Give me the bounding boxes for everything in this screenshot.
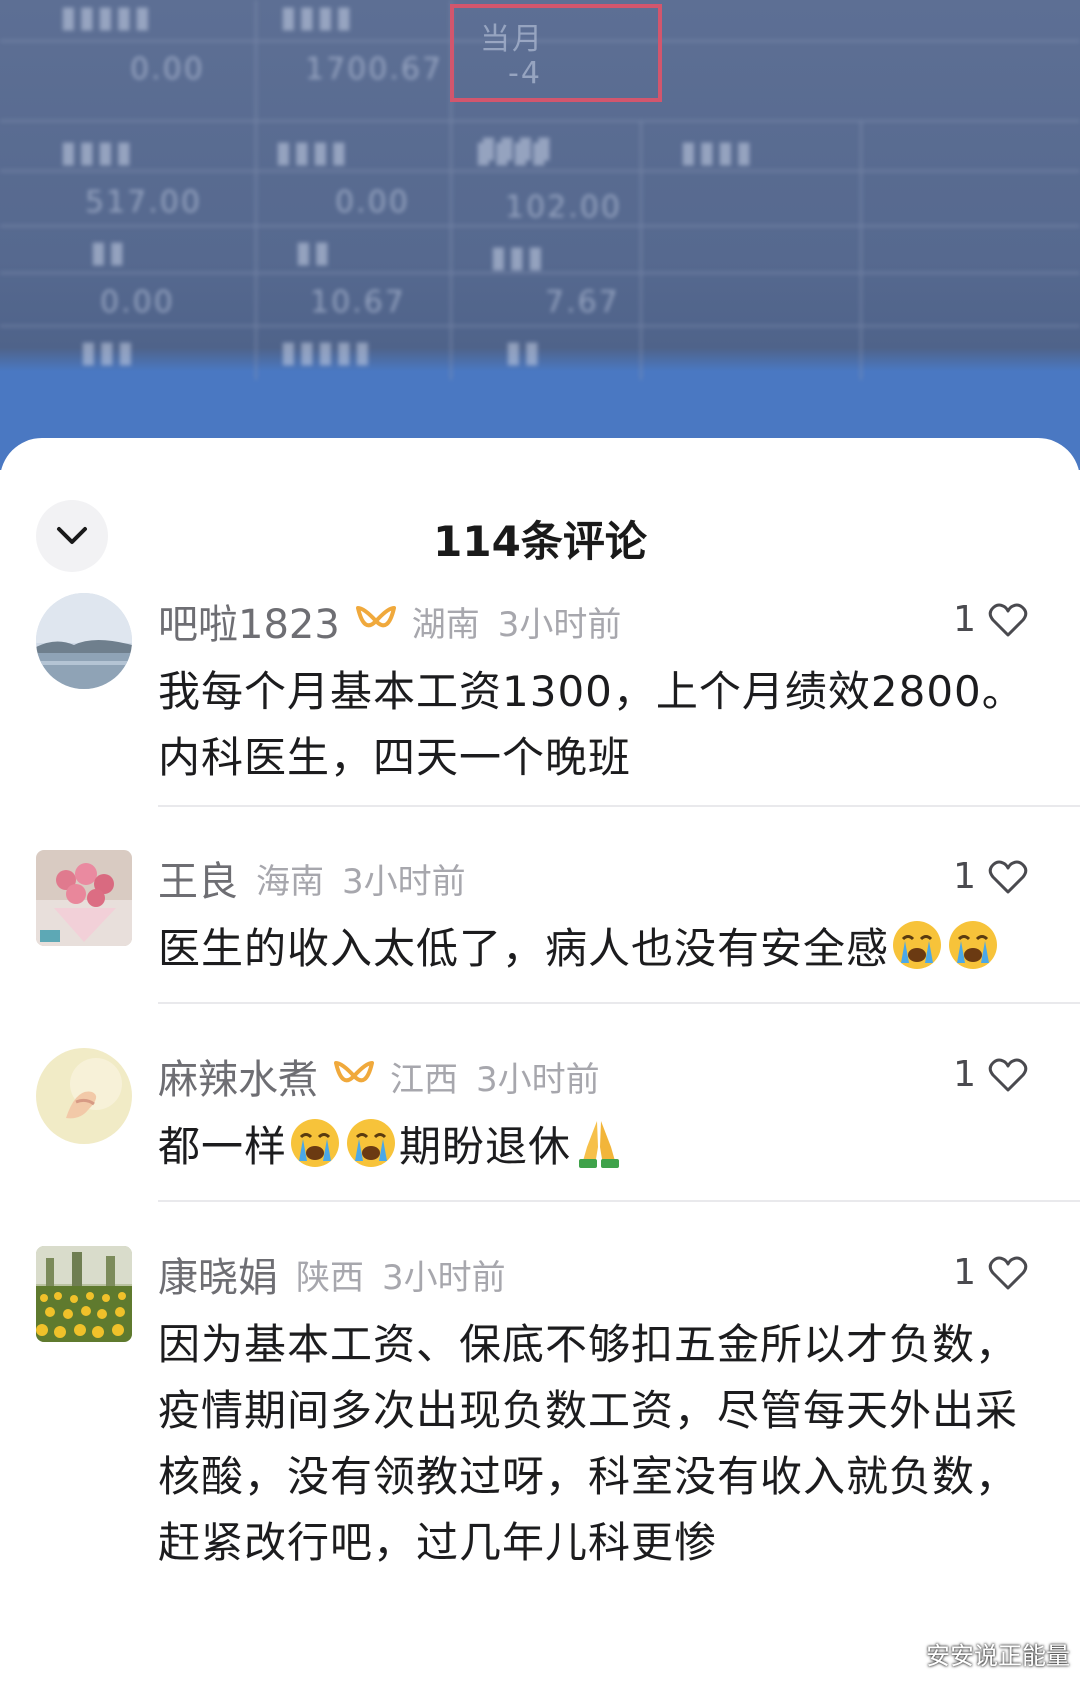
timestamp: 3小时前 <box>497 604 622 645</box>
like-count: 1 <box>953 1054 976 1095</box>
comment-meta: 王良 海南 3小时前 <box>158 850 466 906</box>
like-count: 1 <box>953 856 976 897</box>
background-photo: ▮▮▮▮▮ ▮▮▮▮ 0.00 1700.67 ▮▮▮▮ ▮▮▮▮ ▮▮▮▮ ▮… <box>0 0 1080 470</box>
watermark: 安安说正能量 <box>926 1642 1070 1670</box>
avatar[interactable] <box>36 1246 132 1342</box>
username[interactable]: 王良 <box>158 849 238 907</box>
avatar[interactable] <box>36 1048 132 1144</box>
comment-text: 都一样 期盼退休 <box>158 1114 1048 1180</box>
comment-text: 医生的收入太低了，病人也没有安全感 <box>158 916 1048 982</box>
like-count: 1 <box>953 599 976 640</box>
like-button[interactable]: 1 <box>953 1054 1028 1095</box>
like-button[interactable]: 1 <box>953 856 1028 897</box>
comment-item: 吧啦1823 湖南 3小时前 1 我每个月基本工资1300，上个月绩效2800。… <box>0 593 1080 808</box>
username[interactable]: 麻辣水煮 <box>158 1047 318 1105</box>
timestamp: 3小时前 <box>382 1257 506 1298</box>
heart-icon <box>988 860 1028 893</box>
like-button[interactable]: 1 <box>953 599 1028 640</box>
region: 陕西 <box>296 1257 364 1298</box>
like-button[interactable]: 1 <box>953 1252 1028 1293</box>
timestamp: 3小时前 <box>342 861 466 902</box>
comments-sheet: 114条评论 吧啦1823 湖南 3小时前 1 我每个月基本工资1300，上个月… <box>0 438 1080 1681</box>
comment-item: 王良 海南 3小时前 1 医生的收入太低了，病人也没有安全感 <box>0 850 1080 1010</box>
vip-badge-icon <box>355 606 396 628</box>
heart-icon <box>988 603 1028 636</box>
timestamp: 3小时前 <box>476 1059 600 1100</box>
heart-icon <box>988 1256 1028 1289</box>
comment-text: 我每个月基本工资1300，上个月绩效2800。内科医生，四天一个晚班 <box>158 667 1025 782</box>
comment-text-part: 都一样 <box>158 1122 288 1171</box>
loudly-crying-face-icon <box>347 1119 396 1167</box>
avatar[interactable] <box>36 593 132 689</box>
region: 江西 <box>390 1059 458 1100</box>
comment-item: 麻辣水煮 江西 3小时前 1 都一样 期盼退休 <box>0 1048 1080 1208</box>
app-root: ▮▮▮▮▮ ▮▮▮▮ 0.00 1700.67 ▮▮▮▮ ▮▮▮▮ ▮▮▮▮ ▮… <box>0 0 1080 1681</box>
comment-text-part: 期盼退休 <box>399 1122 572 1171</box>
vip-badge-icon <box>334 1061 374 1083</box>
loudly-crying-face-icon <box>893 921 942 969</box>
comment-meta: 麻辣水煮 江西 3小时前 <box>158 1048 600 1104</box>
divider <box>158 805 1080 807</box>
comment-text-body: 医生的收入太低了，病人也没有安全感 <box>158 924 890 973</box>
avatar[interactable] <box>36 850 132 946</box>
comment-meta: 吧啦1823 湖南 3小时前 <box>158 593 621 649</box>
region: 湖南 <box>411 604 480 645</box>
heart-icon <box>988 1058 1028 1091</box>
loudly-crying-face-icon <box>291 1119 340 1167</box>
comment-count-title: 114条评论 <box>433 517 647 566</box>
loudly-crying-face-icon <box>949 921 998 969</box>
region: 海南 <box>256 861 324 902</box>
comment-text: 因为基本工资、保底不够扣五金所以才负数，疫情期间多次出现负数工资，尽管每天外出采… <box>158 1320 1019 1567</box>
divider <box>158 1200 1080 1202</box>
divider <box>158 1002 1080 1004</box>
like-count: 1 <box>953 1252 976 1293</box>
highlight-box: 当月 -4 <box>450 4 662 102</box>
folded-hands-icon <box>579 1121 620 1168</box>
comment-item: 康晓娟 陕西 3小时前 1 因为基本工资、保底不够扣五金所以才负数，疫情期间多次… <box>0 1246 1080 1681</box>
username[interactable]: 康晓娟 <box>158 1245 278 1303</box>
comment-meta: 康晓娟 陕西 3小时前 <box>158 1246 506 1302</box>
username[interactable]: 吧啦1823 <box>158 592 340 650</box>
